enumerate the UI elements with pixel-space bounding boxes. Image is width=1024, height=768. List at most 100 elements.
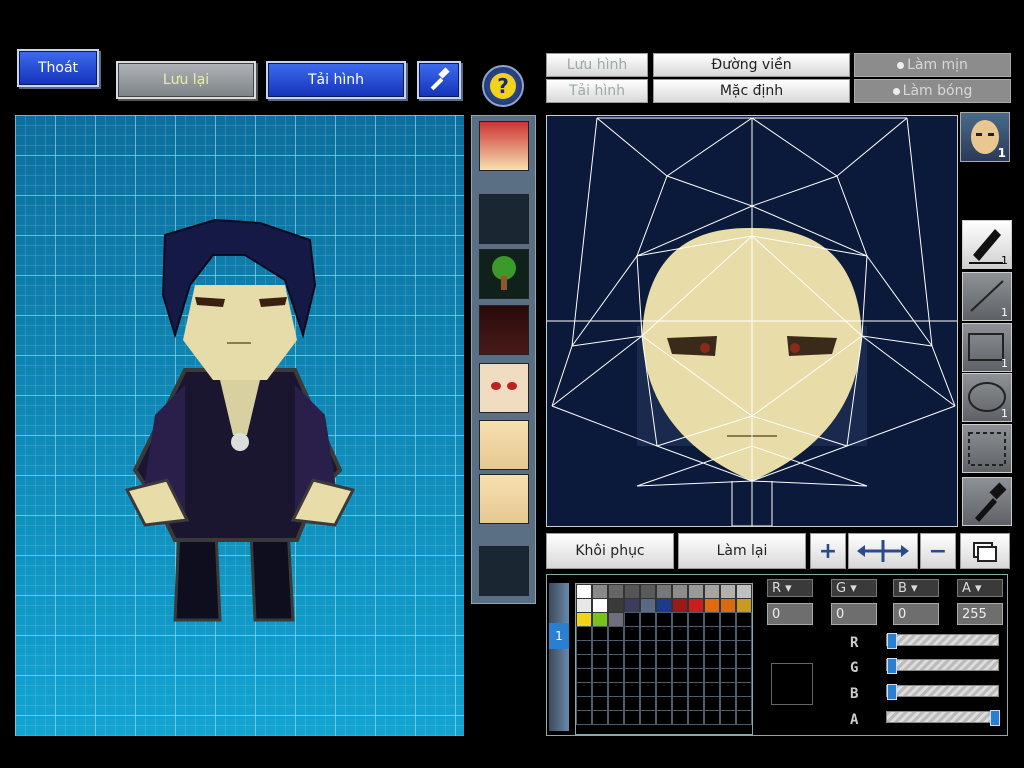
load-image-button[interactable]: Tải hình (546, 79, 648, 103)
palette-empty-cell[interactable] (672, 654, 688, 669)
palette-empty-cell[interactable] (736, 640, 752, 655)
palette-empty-cell[interactable] (640, 626, 656, 641)
palette-empty-cell[interactable] (656, 654, 672, 669)
layer-tab[interactable]: 1 (549, 623, 569, 649)
palette-swatch[interactable] (720, 598, 736, 613)
alpha-slider[interactable] (886, 710, 1000, 726)
palette-swatch[interactable] (608, 584, 624, 599)
palette-empty-cell[interactable] (688, 668, 704, 683)
palette-swatch[interactable] (656, 598, 672, 613)
palette-empty-cell[interactable] (656, 668, 672, 683)
palette-swatch[interactable] (640, 584, 656, 599)
eyedropper-tool[interactable] (962, 477, 1012, 526)
palette-empty-cell[interactable] (640, 710, 656, 725)
palette-empty-cell[interactable] (672, 640, 688, 655)
palette-empty-cell[interactable] (608, 696, 624, 711)
palette-empty-cell[interactable] (576, 640, 592, 655)
green-slider-thumb[interactable] (887, 658, 897, 674)
alpha-value-field[interactable]: 255 (957, 603, 1003, 625)
palette-swatch[interactable] (624, 598, 640, 613)
palette-empty-cell[interactable] (576, 654, 592, 669)
palette-empty-cell[interactable] (608, 668, 624, 683)
palette-swatch[interactable] (640, 598, 656, 613)
palette-empty-cell[interactable] (656, 710, 672, 725)
palette-empty-cell[interactable] (688, 612, 704, 627)
palette-empty-cell[interactable] (704, 612, 720, 627)
palette-empty-cell[interactable] (608, 710, 624, 725)
palette-swatch[interactable] (736, 598, 752, 613)
palette-swatch[interactable] (704, 598, 720, 613)
part-slot-empty[interactable] (479, 194, 529, 244)
zoom-out-button[interactable]: − (920, 533, 956, 569)
blue-value-field[interactable]: 0 (893, 603, 939, 625)
palette-swatch[interactable] (672, 598, 688, 613)
shine-button[interactable]: Làm bóng (854, 79, 1011, 103)
palette-empty-cell[interactable] (704, 682, 720, 697)
palette-empty-cell[interactable] (624, 654, 640, 669)
redo-button[interactable]: Làm lại (678, 533, 806, 569)
palette-empty-cell[interactable] (624, 696, 640, 711)
select-tool[interactable] (962, 424, 1012, 473)
palette-swatch[interactable] (592, 598, 608, 613)
move-button[interactable] (848, 533, 918, 569)
palette-empty-cell[interactable] (688, 654, 704, 669)
palette-empty-cell[interactable] (736, 682, 752, 697)
palette-empty-cell[interactable] (608, 640, 624, 655)
green-value-field[interactable]: 0 (831, 603, 877, 625)
palette-empty-cell[interactable] (688, 640, 704, 655)
drawing-canvas[interactable] (546, 115, 958, 527)
palette-empty-cell[interactable] (720, 710, 736, 725)
palette-empty-cell[interactable] (656, 612, 672, 627)
palette-empty-cell[interactable] (656, 682, 672, 697)
palette-empty-cell[interactable] (624, 612, 640, 627)
palette-swatch[interactable] (656, 584, 672, 599)
character-preview[interactable] (15, 115, 464, 736)
palette-empty-cell[interactable] (576, 682, 592, 697)
palette-empty-cell[interactable] (720, 696, 736, 711)
palette-empty-cell[interactable] (624, 626, 640, 641)
red-slider-thumb[interactable] (887, 633, 897, 649)
part-slot-face-b[interactable] (479, 474, 529, 524)
palette-empty-cell[interactable] (672, 626, 688, 641)
palette-empty-cell[interactable] (688, 682, 704, 697)
palette-swatch[interactable] (608, 612, 624, 627)
palette-empty-cell[interactable] (736, 696, 752, 711)
palette-empty-cell[interactable] (672, 612, 688, 627)
palette-empty-cell[interactable] (576, 696, 592, 711)
save-image-button[interactable]: Lưu hình (546, 53, 648, 77)
palette-empty-cell[interactable] (720, 668, 736, 683)
palette-empty-cell[interactable] (576, 626, 592, 641)
palette-swatch[interactable] (688, 598, 704, 613)
palette-empty-cell[interactable] (720, 640, 736, 655)
palette-swatch[interactable] (720, 584, 736, 599)
blue-slider[interactable] (886, 684, 999, 700)
palette-empty-cell[interactable] (624, 668, 640, 683)
save-button[interactable]: Lưu lại (116, 61, 256, 99)
alpha-slider-thumb[interactable] (990, 710, 1000, 726)
face-thumbnail[interactable]: 1 (960, 112, 1010, 162)
green-channel-header[interactable]: G ▾ (831, 579, 877, 597)
palette-swatch[interactable] (576, 598, 592, 613)
red-value-field[interactable]: 0 (767, 603, 813, 625)
outline-button[interactable]: Đường viền (653, 53, 850, 77)
line-tool[interactable]: 1 (962, 272, 1012, 321)
palette-empty-cell[interactable] (592, 654, 608, 669)
palette-swatch[interactable] (672, 584, 688, 599)
smooth-button[interactable]: Làm mịn (854, 53, 1011, 77)
palette-empty-cell[interactable] (736, 626, 752, 641)
palette-empty-cell[interactable] (688, 626, 704, 641)
restore-button[interactable]: Khôi phục (546, 533, 674, 569)
palette-empty-cell[interactable] (624, 640, 640, 655)
part-slot-face-a[interactable] (479, 420, 529, 470)
palette-empty-cell[interactable] (704, 640, 720, 655)
palette-empty-cell[interactable] (592, 640, 608, 655)
palette-swatch[interactable] (736, 584, 752, 599)
palette-empty-cell[interactable] (624, 682, 640, 697)
palette-empty-cell[interactable] (704, 654, 720, 669)
palette-empty-cell[interactable] (608, 626, 624, 641)
palette-empty-cell[interactable] (736, 668, 752, 683)
blue-channel-header[interactable]: B ▾ (893, 579, 939, 597)
palette-empty-cell[interactable] (592, 696, 608, 711)
layer-button[interactable] (960, 533, 1010, 569)
palette-empty-cell[interactable] (592, 682, 608, 697)
